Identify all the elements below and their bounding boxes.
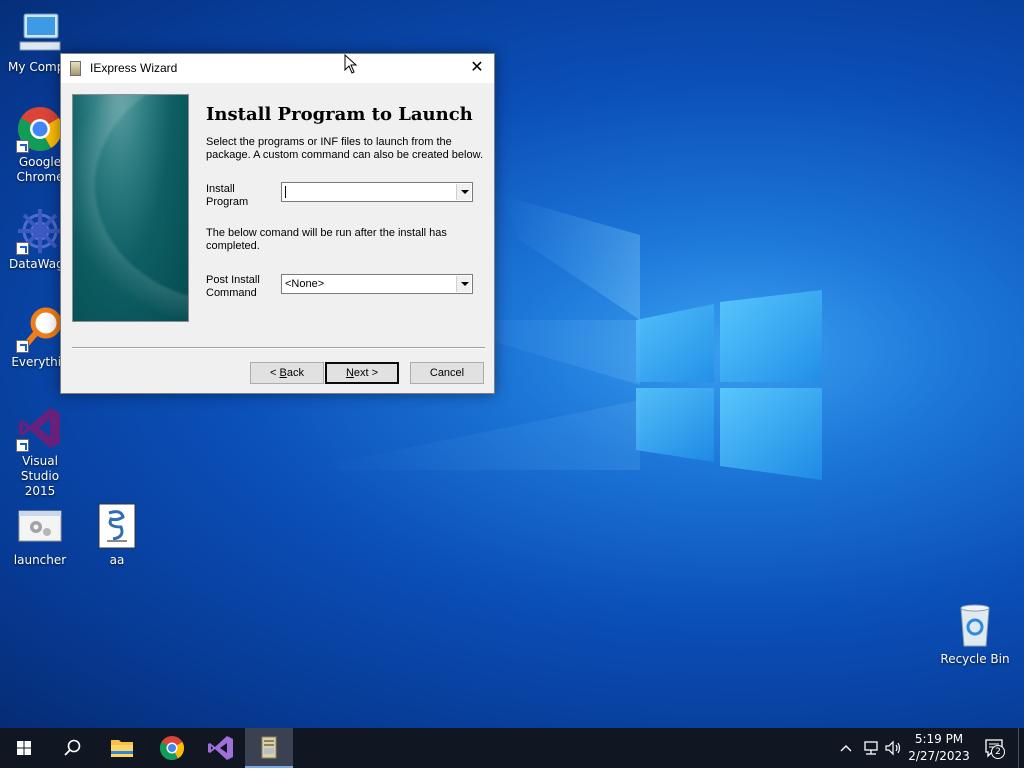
wizard-banner-image bbox=[72, 94, 189, 322]
start-button[interactable] bbox=[0, 728, 48, 768]
desktop-icon-label: Google Chrome bbox=[16, 155, 64, 184]
mouse-pointer-icon bbox=[344, 54, 358, 74]
iexpress-icon bbox=[261, 736, 277, 759]
cancel-button-label: Cancel bbox=[429, 367, 465, 379]
taskbar-iexpress[interactable] bbox=[245, 728, 293, 768]
launcher-icon bbox=[16, 503, 64, 551]
chevron-down-icon[interactable] bbox=[456, 184, 471, 200]
chevron-down-icon[interactable] bbox=[456, 276, 471, 292]
visual-studio-icon bbox=[208, 736, 233, 760]
desktop-icon-launcher[interactable]: launcher bbox=[0, 503, 80, 568]
show-desktop-button[interactable] bbox=[1018, 728, 1024, 768]
desktop-icon-label: Visual Studio 2015 bbox=[20, 454, 60, 498]
back-button-label: ack bbox=[286, 367, 304, 379]
shortcut-arrow-icon bbox=[16, 242, 29, 255]
taskbar-file-explorer[interactable] bbox=[98, 728, 146, 768]
shortcut-arrow-icon bbox=[16, 140, 29, 153]
desktop-icon-aa[interactable]: aa bbox=[77, 503, 157, 568]
install-program-combo[interactable] bbox=[281, 182, 473, 202]
text-caret bbox=[285, 186, 286, 198]
label-line: Command bbox=[206, 287, 257, 299]
taskbar-visual-studio[interactable] bbox=[196, 728, 244, 768]
next-button-label: ext > bbox=[353, 367, 379, 379]
windows-logo-wallpaper bbox=[636, 290, 822, 480]
file-explorer-icon bbox=[111, 740, 133, 757]
volume-icon[interactable] bbox=[884, 739, 902, 757]
back-button-prefix: < bbox=[270, 367, 280, 379]
dialog-title: IExpress Wizard bbox=[90, 61, 178, 75]
clock-time: 5:19 PM bbox=[914, 732, 964, 746]
page-heading: Install Program to Launch bbox=[206, 104, 473, 125]
desktop-icon-label: aa bbox=[109, 553, 125, 567]
desktop-icon-visual-studio[interactable]: Visual Studio 2015 bbox=[0, 404, 80, 499]
taskbar-chrome[interactable] bbox=[148, 728, 196, 768]
description-line: The below comand will be run after the i… bbox=[206, 227, 447, 239]
chevron-up-icon[interactable] bbox=[838, 740, 854, 756]
shortcut-arrow-icon bbox=[16, 439, 29, 452]
description-line: Select the programs or INF files to laun… bbox=[206, 136, 452, 148]
page-description: Select the programs or INF files to laun… bbox=[206, 136, 483, 162]
label-line: Install bbox=[206, 183, 235, 195]
computer-icon bbox=[16, 10, 64, 58]
next-button-accesskey: N bbox=[345, 367, 354, 379]
post-install-command-combo[interactable]: <None> bbox=[281, 274, 473, 294]
back-button[interactable]: < Back bbox=[250, 362, 324, 384]
clock-date: 2/27/2023 bbox=[908, 749, 970, 763]
label-line: Program bbox=[206, 196, 249, 208]
visual-studio-icon bbox=[16, 404, 64, 452]
label-line: Post Install bbox=[206, 274, 260, 286]
everything-search-icon bbox=[16, 305, 64, 353]
start-icon bbox=[17, 741, 31, 755]
install-program-label: Install Program bbox=[206, 183, 248, 209]
shortcut-arrow-icon bbox=[16, 340, 29, 353]
post-install-command-label: Post Install Command bbox=[206, 274, 260, 300]
description-line: package. A custom command can also be cr… bbox=[206, 149, 483, 161]
next-button[interactable]: Next > bbox=[325, 362, 399, 384]
iexpress-wizard-dialog: IExpress Wizard ✕ Install Program to Lau… bbox=[60, 53, 495, 394]
close-icon: ✕ bbox=[470, 59, 484, 76]
iexpress-icon bbox=[70, 61, 81, 76]
description-line: completed. bbox=[206, 240, 260, 252]
datawagon-icon bbox=[16, 207, 64, 255]
post-install-command-value: <None> bbox=[285, 278, 325, 290]
desktop-icon-label: Recycle Bin bbox=[940, 652, 1010, 666]
search-button[interactable] bbox=[48, 728, 96, 768]
script-file-icon bbox=[93, 503, 141, 551]
desktop-icon-label: launcher bbox=[13, 553, 67, 567]
close-button[interactable]: ✕ bbox=[460, 54, 494, 83]
search-icon bbox=[64, 739, 81, 756]
notification-badge: 2 bbox=[991, 745, 1005, 759]
dialog-title-bar[interactable]: IExpress Wizard ✕ bbox=[61, 54, 494, 83]
network-icon[interactable] bbox=[862, 739, 880, 757]
taskbar-clock[interactable]: 5:19 PM 2/27/2023 bbox=[904, 731, 974, 765]
chrome-icon bbox=[159, 736, 185, 761]
recycle-bin-icon bbox=[951, 602, 999, 650]
cancel-button[interactable]: Cancel bbox=[410, 362, 484, 384]
chrome-icon bbox=[16, 105, 64, 153]
post-install-description: The below comand will be run after the i… bbox=[206, 227, 447, 253]
taskbar: 2 bbox=[0, 728, 1024, 768]
separator bbox=[72, 347, 485, 349]
desktop-icon-recycle-bin[interactable]: Recycle Bin bbox=[935, 602, 1015, 667]
back-button-accesskey: B bbox=[279, 367, 287, 379]
